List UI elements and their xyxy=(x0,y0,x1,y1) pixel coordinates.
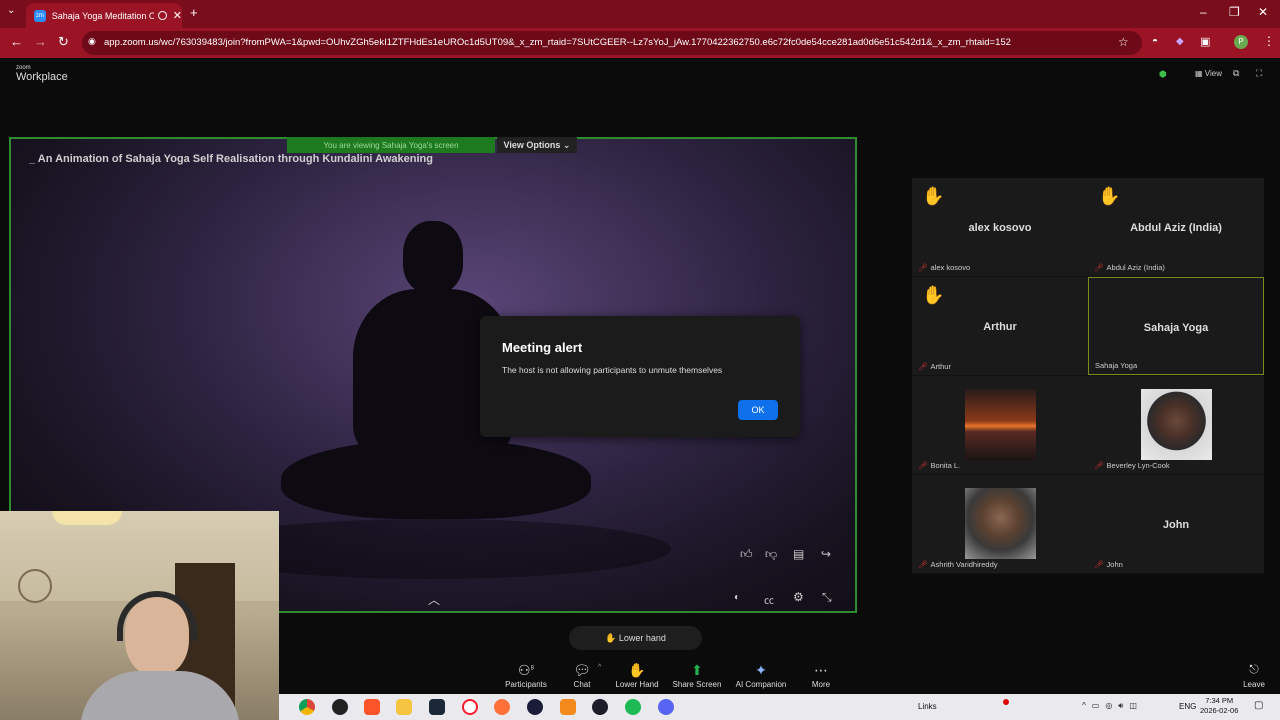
lower-hand-pill[interactable]: ✋ Lower hand xyxy=(569,626,702,650)
tab-search-icon[interactable]: ⌄ xyxy=(7,5,15,16)
meeting-alert-dialog: Meeting alert The host is not allowing p… xyxy=(480,316,800,437)
language-indicator[interactable]: ENG xyxy=(1179,702,1196,711)
taskbar-clock[interactable]: 7:34 PM 2026-02-06 xyxy=(1200,696,1238,716)
firefox-taskbar-icon[interactable] xyxy=(494,699,510,715)
profile-avatar[interactable]: P xyxy=(1234,35,1248,49)
incognito-icon[interactable]: ◓ xyxy=(1152,36,1158,47)
site-info-icon[interactable]: ◉ xyxy=(88,36,96,47)
view-button[interactable]: ▦ View xyxy=(1195,69,1222,78)
webcam-overlay xyxy=(0,511,279,720)
participant-tile[interactable]: ✋ Abdul Aziz (India) 🎤︎ Abdul Aziz (India… xyxy=(1088,178,1264,276)
lamp xyxy=(52,511,122,525)
participant-tile[interactable]: 🎤︎ Beverley Lyn-Cook xyxy=(1088,376,1264,474)
thumbs-up-icon[interactable]: 👍︎ xyxy=(740,547,753,562)
vlc-taskbar-icon[interactable] xyxy=(560,699,576,715)
new-tab-button[interactable]: + xyxy=(190,5,198,20)
browser-menu-icon[interactable]: ⋮ xyxy=(1263,34,1275,48)
active-speaker-tile[interactable]: Sahaja Yoga Sahaja Yoga xyxy=(1088,277,1264,375)
participant-tile[interactable]: ✋ alex kosovo 🎤︎ alex kosovo xyxy=(912,178,1088,276)
url-field[interactable]: app.zoom.us/wc/763039483/join?fromPWA=1&… xyxy=(82,31,1142,55)
comment-icon[interactable]: ▤ xyxy=(793,547,804,561)
more-button[interactable]: ⋯ More xyxy=(786,662,856,689)
participant-tile[interactable]: ✋ Arthur 🎤︎ Arthur xyxy=(912,277,1088,375)
browser-tab[interactable]: zm Sahaja Yoga Meditation On ✕ xyxy=(26,3,182,28)
viewing-banner: You are viewing Sahaja Yoga's screen xyxy=(287,137,495,153)
participant-photo xyxy=(1141,389,1212,460)
muted-mic-icon: 🎤︎ xyxy=(918,362,928,371)
file-explorer-taskbar-icon[interactable] xyxy=(396,699,412,715)
participant-tile[interactable]: John 🎤︎ John xyxy=(1088,475,1264,573)
muted-mic-icon: 🎤︎ xyxy=(1094,263,1104,272)
security-shield-icon[interactable]: ⬢ xyxy=(1159,69,1167,80)
bookmark-star-icon[interactable]: ☆ xyxy=(1118,35,1129,49)
more-icon: ⋯ xyxy=(814,662,828,678)
collapse-chevron-icon[interactable]: ︿ xyxy=(428,591,440,608)
leave-icon: ⎋ xyxy=(1249,662,1259,676)
alert-message: The host is not allowing participants to… xyxy=(502,365,723,375)
reload-icon[interactable]: ↻ xyxy=(58,34,69,50)
window-close-button[interactable]: ✕ xyxy=(1258,5,1268,19)
raised-hand-icon: ✋ xyxy=(922,285,945,305)
url-host: app.zoom.us xyxy=(104,37,159,48)
obs-taskbar-icon[interactable] xyxy=(332,699,348,715)
pip-icon[interactable]: ⧉ xyxy=(1233,68,1239,79)
participant-photo xyxy=(965,488,1036,559)
discord-taskbar-icon[interactable] xyxy=(658,699,674,715)
chat-menu-caret-icon[interactable]: ^ xyxy=(598,664,601,671)
muted-mic-icon: 🎤︎ xyxy=(918,560,928,569)
wall-fan xyxy=(18,569,52,603)
alert-title: Meeting alert xyxy=(502,340,583,355)
share-screen-button[interactable]: ⬆ Share Screen xyxy=(662,662,732,689)
share-arrow-icon[interactable]: ↪ xyxy=(821,547,831,561)
leave-button[interactable]: ⎋ Leave xyxy=(1240,662,1268,689)
spotify-taskbar-icon[interactable] xyxy=(625,699,641,715)
muted-mic-icon: 🎤︎ xyxy=(1094,461,1104,470)
recording-indicator-icon xyxy=(157,11,167,20)
raised-hand-icon: ✋ xyxy=(1098,186,1121,206)
brave-taskbar-icon[interactable] xyxy=(364,699,380,715)
zoom-logo: zoom Workplace xyxy=(16,65,68,83)
opera-taskbar-icon[interactable] xyxy=(462,699,478,715)
tab-title: Sahaja Yoga Meditation On xyxy=(51,10,154,21)
app-taskbar-icon[interactable] xyxy=(592,699,608,715)
captions-icon[interactable]: ㏄ xyxy=(764,592,774,607)
url-path: /wc/763039483/join?fromPWA=1&pwd=OUhvZGh… xyxy=(158,37,1011,48)
view-options-button[interactable]: View Options ⌄ xyxy=(497,137,577,153)
minimize-button[interactable]: – xyxy=(1200,5,1207,19)
tray-icons[interactable]: ^▭◎🔊︎◫ xyxy=(1082,701,1143,711)
media-taskbar-icon[interactable] xyxy=(527,699,543,715)
back-arrow-icon[interactable]: ← xyxy=(10,34,23,49)
participant-tile[interactable]: 🎤︎ Ashrith Varidhireddy xyxy=(912,475,1088,573)
steam-taskbar-icon[interactable] xyxy=(429,699,445,715)
tab-close-icon[interactable]: ✕ xyxy=(173,9,182,22)
muted-mic-icon: 🎤︎ xyxy=(918,461,928,470)
notifications-icon[interactable]: ▢ xyxy=(1254,700,1263,711)
thumbs-down-icon[interactable]: 👎︎ xyxy=(765,547,777,562)
extension-icon[interactable]: ◆ xyxy=(1176,36,1184,47)
extensions-puzzle-icon[interactable]: ▣ xyxy=(1200,35,1210,48)
settings-gear-icon[interactable]: ⚙ xyxy=(793,590,804,604)
forward-arrow-icon[interactable]: → xyxy=(34,34,47,49)
restore-button[interactable]: ❐ xyxy=(1229,5,1240,19)
links-toolbar[interactable]: Links xyxy=(918,702,937,711)
alert-ok-button[interactable]: OK xyxy=(738,400,778,420)
zoom-favicon-icon: zm xyxy=(34,9,46,22)
muted-mic-icon: 🎤︎ xyxy=(918,263,928,272)
participant-gallery: ✋ alex kosovo 🎤︎ alex kosovo ✋ Abdul Aziz… xyxy=(912,178,1264,574)
share-screen-icon: ⬆ xyxy=(691,662,703,678)
raised-hand-icon: ✋ xyxy=(922,186,945,206)
meditation-figure xyxy=(403,221,463,293)
muted-mic-icon: 🎤︎ xyxy=(1094,560,1104,569)
fullscreen-icon[interactable]: ⛶ xyxy=(1256,68,1262,79)
participant-tile[interactable]: 🎤︎ Bonita L. xyxy=(912,376,1088,474)
browser-tab-bar: ⌄ zm Sahaja Yoga Meditation On ✕ + – ❐ ✕ xyxy=(0,0,1280,28)
exit-fullscreen-icon[interactable]: ⤡ xyxy=(822,590,832,605)
address-bar-row: app.zoom.us/wc/763039483/join?fromPWA=1&… xyxy=(0,28,1280,58)
record-icon[interactable]: ◐ xyxy=(734,592,740,603)
shared-video-title: _ An Animation of Sahaja Yoga Self Reali… xyxy=(29,153,433,165)
participant-photo-sunset xyxy=(965,389,1036,460)
notification-dot-icon xyxy=(1003,699,1009,705)
chrome-taskbar-icon[interactable] xyxy=(299,699,315,715)
